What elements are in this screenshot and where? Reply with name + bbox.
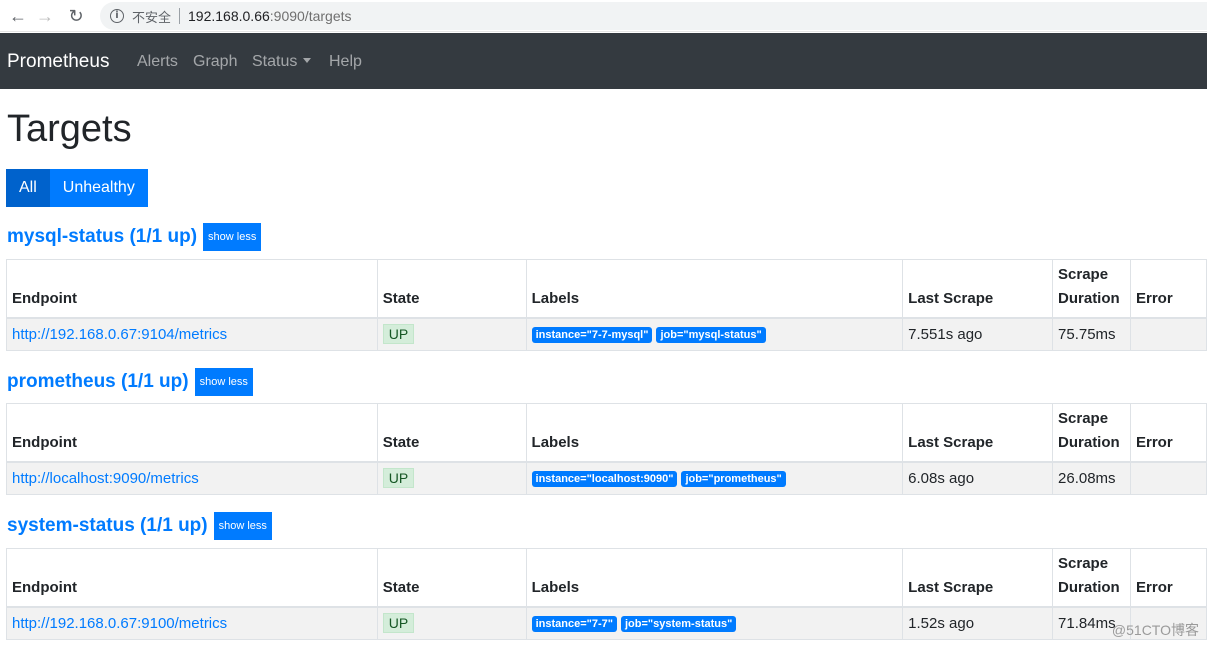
col-scrape-duration-line2: Duration bbox=[1058, 289, 1120, 307]
col-error: Error bbox=[1130, 548, 1207, 608]
back-arrow-icon[interactable]: ← bbox=[6, 4, 30, 28]
nav-status-label: Status bbox=[252, 53, 298, 70]
watermark: @51CTO博客 bbox=[1111, 622, 1199, 638]
state-badge: UP bbox=[382, 613, 415, 634]
forward-arrow-icon[interactable]: → bbox=[33, 4, 57, 28]
col-state: State bbox=[376, 548, 527, 608]
col-scrape-duration-line1: Scrape bbox=[1058, 265, 1109, 283]
col-scrape-duration-line1: Scrape bbox=[1058, 554, 1109, 572]
col-endpoint: Endpoint bbox=[6, 548, 378, 608]
job-title-link[interactable]: system-status (1/1 up) bbox=[7, 515, 208, 537]
endpoint-link[interactable]: http://192.168.0.67:9100/metrics bbox=[12, 615, 227, 632]
table-row: http://192.168.0.67:9100/metrics UP inst… bbox=[6, 606, 1207, 640]
col-error: Error bbox=[1130, 403, 1207, 463]
label-badge: instance="localhost:9090" bbox=[531, 471, 678, 488]
table-row: http://192.168.0.67:9104/metrics UP inst… bbox=[6, 317, 1207, 351]
caret-down-icon bbox=[303, 58, 312, 63]
label-badge: job="prometheus" bbox=[681, 471, 786, 488]
endpoint-link[interactable]: http://192.168.0.67:9104/metrics bbox=[12, 326, 227, 343]
col-scrape-duration-line1: Scrape bbox=[1058, 409, 1109, 427]
label-badge: job="system-status" bbox=[621, 616, 737, 633]
table-row: http://localhost:9090/metrics UP instanc… bbox=[6, 461, 1207, 495]
scrape-duration-cell: 26.08ms bbox=[1052, 461, 1131, 495]
targets-table: Endpoint State Labels Last Scrape Scrape… bbox=[6, 403, 1207, 495]
url-divider bbox=[179, 8, 181, 24]
page-title: Targets bbox=[7, 108, 132, 150]
browser-toolbar: ← → ↻ i 不安全 192.168.0.66:9090/targets bbox=[0, 0, 1207, 32]
address-bar[interactable]: i 不安全 192.168.0.66:9090/targets bbox=[100, 2, 1207, 30]
error-cell bbox=[1130, 461, 1207, 495]
table-header-row: Endpoint State Labels Last Scrape Scrape… bbox=[6, 403, 1207, 463]
job-header: system-status (1/1 up) show less bbox=[7, 512, 272, 540]
nav-graph[interactable]: Graph bbox=[193, 53, 237, 71]
show-less-button[interactable]: show less bbox=[203, 223, 262, 251]
nav-help[interactable]: Help bbox=[329, 53, 362, 71]
filter-button-group: All Unhealthy bbox=[6, 169, 148, 207]
col-last-scrape: Last Scrape bbox=[902, 259, 1054, 319]
col-endpoint: Endpoint bbox=[6, 259, 378, 319]
targets-table: Endpoint State Labels Last Scrape Scrape… bbox=[6, 548, 1207, 640]
col-labels: Labels bbox=[525, 259, 904, 319]
show-less-button[interactable]: show less bbox=[213, 512, 272, 540]
state-badge: UP bbox=[382, 468, 415, 489]
col-endpoint: Endpoint bbox=[6, 403, 378, 463]
col-last-scrape: Last Scrape bbox=[902, 548, 1054, 608]
url-path: :9090/targets bbox=[269, 8, 352, 24]
job-title-link[interactable]: mysql-status (1/1 up) bbox=[7, 226, 197, 248]
top-navbar: Prometheus Alerts Graph Status Help bbox=[0, 33, 1207, 89]
last-scrape-cell: 1.52s ago bbox=[902, 606, 1054, 640]
url-host: 192.168.0.66 bbox=[188, 8, 270, 24]
col-scrape-duration: Scrape Duration bbox=[1052, 259, 1131, 319]
endpoint-link[interactable]: http://localhost:9090/metrics bbox=[12, 470, 199, 487]
targets-table: Endpoint State Labels Last Scrape Scrape… bbox=[6, 259, 1207, 351]
last-scrape-cell: 7.551s ago bbox=[902, 317, 1054, 351]
col-last-scrape: Last Scrape bbox=[902, 403, 1054, 463]
reload-icon[interactable]: ↻ bbox=[64, 4, 88, 28]
col-labels: Labels bbox=[525, 548, 904, 608]
label-badge: instance="7-7-mysql" bbox=[531, 327, 653, 344]
col-scrape-duration-line2: Duration bbox=[1058, 578, 1120, 596]
label-badge: instance="7-7" bbox=[531, 616, 617, 633]
job-header: prometheus (1/1 up) show less bbox=[7, 368, 253, 396]
col-scrape-duration-line2: Duration bbox=[1058, 433, 1120, 451]
job-title-link[interactable]: prometheus (1/1 up) bbox=[7, 371, 189, 393]
col-scrape-duration: Scrape Duration bbox=[1052, 403, 1131, 463]
info-icon[interactable]: i bbox=[110, 9, 124, 23]
col-scrape-duration: Scrape Duration bbox=[1052, 548, 1132, 608]
job-header: mysql-status (1/1 up) show less bbox=[7, 223, 262, 251]
insecure-label: 不安全 bbox=[132, 9, 172, 25]
col-state: State bbox=[376, 403, 527, 463]
label-badge: job="mysql-status" bbox=[656, 327, 766, 344]
filter-all-button[interactable]: All bbox=[6, 169, 50, 207]
col-state: State bbox=[376, 259, 527, 319]
nav-alerts[interactable]: Alerts bbox=[137, 53, 178, 71]
col-labels: Labels bbox=[525, 403, 904, 463]
nav-status-dropdown[interactable]: Status bbox=[252, 53, 312, 71]
filter-unhealthy-button[interactable]: Unhealthy bbox=[49, 169, 148, 207]
state-badge: UP bbox=[382, 324, 415, 345]
last-scrape-cell: 6.08s ago bbox=[902, 461, 1054, 495]
error-cell bbox=[1130, 317, 1207, 351]
table-header-row: Endpoint State Labels Last Scrape Scrape… bbox=[6, 548, 1207, 608]
table-header-row: Endpoint State Labels Last Scrape Scrape… bbox=[6, 259, 1207, 319]
col-error: Error bbox=[1130, 259, 1207, 319]
scrape-duration-cell: 75.75ms bbox=[1052, 317, 1131, 351]
brand-link[interactable]: Prometheus bbox=[7, 51, 109, 73]
show-less-button[interactable]: show less bbox=[194, 368, 253, 396]
